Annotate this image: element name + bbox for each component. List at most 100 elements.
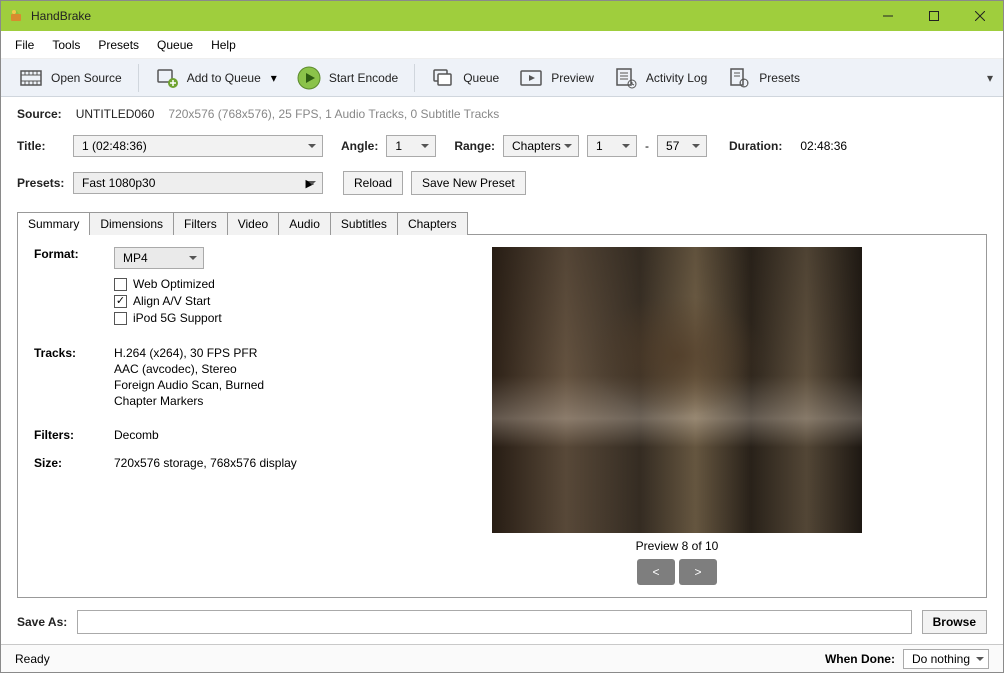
title-select[interactable]: 1 (02:48:36) [73, 135, 323, 157]
menu-queue[interactable]: Queue [149, 34, 201, 56]
status-text: Ready [15, 652, 50, 666]
titlebar: HandBrake [1, 1, 1003, 31]
start-encode-label: Start Encode [329, 71, 398, 85]
menu-presets[interactable]: Presets [90, 34, 147, 56]
play-icon [297, 66, 321, 90]
tracks-list: H.264 (x264), 30 FPS PFR AAC (avcodec), … [114, 344, 264, 410]
tab-chapters[interactable]: Chapters [397, 212, 468, 235]
open-source-button[interactable]: Open Source [9, 62, 132, 94]
format-label: Format: [34, 247, 114, 328]
presets-button[interactable]: Presets [717, 62, 810, 94]
presets-row: Presets: Fast 1080p30 ▶ Reload Save New … [17, 171, 987, 195]
preview-next-button[interactable]: > [679, 559, 717, 585]
queue-button[interactable]: Queue [421, 62, 509, 94]
preview-image [492, 247, 862, 533]
tab-video[interactable]: Video [227, 212, 279, 235]
title-row: Title: 1 (02:48:36) Angle: 1 Range: Chap… [17, 135, 987, 157]
format-select[interactable]: MP4 [114, 247, 204, 269]
preset-arrow-icon: ▶ [306, 177, 314, 190]
tracks-label: Tracks: [34, 346, 114, 410]
filters-value: Decomb [114, 428, 159, 442]
presets-label: Presets: [17, 176, 65, 190]
statusbar: Ready When Done: Do nothing [1, 644, 1003, 672]
align-av-checkbox[interactable] [114, 295, 127, 308]
range-to-select[interactable]: 57 [657, 135, 707, 157]
tabs: Summary Dimensions Filters Video Audio S… [17, 211, 987, 235]
toolbar: Open Source Add to Queue ▾ Start Encode … [1, 59, 1003, 97]
toolbar-separator [138, 64, 139, 92]
reload-button[interactable]: Reload [343, 171, 403, 195]
queue-icon [431, 66, 455, 90]
range-from-select[interactable]: 1 [587, 135, 637, 157]
activity-log-label: Activity Log [646, 71, 707, 85]
saveas-row: Save As: Browse [17, 606, 987, 638]
track-line: Chapter Markers [114, 394, 264, 408]
chevron-down-icon: ▾ [271, 71, 277, 85]
presets-label: Presets [759, 71, 800, 85]
ipod-label: iPod 5G Support [133, 311, 222, 325]
toolbar-overflow[interactable]: ▾ [979, 71, 995, 85]
preview-prev-button[interactable]: < [637, 559, 675, 585]
tab-dimensions[interactable]: Dimensions [89, 212, 174, 235]
browse-button[interactable]: Browse [922, 610, 987, 634]
preview-caption: Preview 8 of 10 [636, 539, 719, 553]
start-encode-button[interactable]: Start Encode [287, 62, 408, 94]
presets-icon [727, 66, 751, 90]
preview-label: Preview [551, 71, 594, 85]
ipod-checkbox[interactable] [114, 312, 127, 325]
range-label: Range: [454, 139, 495, 153]
tab-filters[interactable]: Filters [173, 212, 228, 235]
save-new-preset-button[interactable]: Save New Preset [411, 171, 526, 195]
size-label: Size: [34, 456, 114, 470]
track-line: Foreign Audio Scan, Burned [114, 378, 264, 392]
tab-subtitles[interactable]: Subtitles [330, 212, 398, 235]
activity-log-button[interactable]: Activity Log [604, 62, 717, 94]
film-icon [19, 66, 43, 90]
when-done-select[interactable]: Do nothing [903, 649, 989, 669]
duration-label: Duration: [729, 139, 782, 153]
preview-button[interactable]: Preview [509, 62, 604, 94]
source-name: UNTITLED060 [76, 107, 155, 121]
add-to-queue-button[interactable]: Add to Queue ▾ [145, 62, 287, 94]
summary-left: Format: MP4 Web Optimized Align A/V Star… [34, 247, 344, 585]
tab-audio[interactable]: Audio [278, 212, 331, 235]
menu-file[interactable]: File [7, 34, 42, 56]
tab-summary[interactable]: Summary [17, 212, 90, 235]
angle-select[interactable]: 1 [386, 135, 436, 157]
window-title: HandBrake [31, 9, 865, 23]
duration-value: 02:48:36 [800, 139, 847, 153]
open-source-label: Open Source [51, 71, 122, 85]
size-value: 720x576 storage, 768x576 display [114, 456, 297, 470]
minimize-button[interactable] [865, 1, 911, 31]
preview-nav: < > [637, 559, 717, 585]
angle-label: Angle: [341, 139, 378, 153]
maximize-button[interactable] [911, 1, 957, 31]
preset-select[interactable]: Fast 1080p30 ▶ [73, 172, 323, 194]
content: Source: UNTITLED060 720x576 (768x576), 2… [1, 97, 1003, 644]
source-label: Source: [17, 107, 62, 121]
filters-label: Filters: [34, 428, 114, 442]
menu-help[interactable]: Help [203, 34, 244, 56]
menubar: File Tools Presets Queue Help [1, 31, 1003, 59]
range-type-select[interactable]: Chapters [503, 135, 579, 157]
saveas-label: Save As: [17, 615, 67, 629]
track-line: AAC (avcodec), Stereo [114, 362, 264, 376]
web-optimized-checkbox[interactable] [114, 278, 127, 291]
preview-icon [519, 66, 543, 90]
toolbar-separator [414, 64, 415, 92]
queue-label: Queue [463, 71, 499, 85]
web-optimized-label: Web Optimized [133, 277, 215, 291]
range-dash: - [645, 139, 649, 153]
source-row: Source: UNTITLED060 720x576 (768x576), 2… [17, 107, 987, 121]
activity-log-icon [614, 66, 638, 90]
app-icon [9, 8, 25, 24]
menu-tools[interactable]: Tools [44, 34, 88, 56]
add-queue-icon [155, 66, 179, 90]
title-label: Title: [17, 139, 65, 153]
saveas-input[interactable] [77, 610, 911, 634]
source-meta: 720x576 (768x576), 25 FPS, 1 Audio Track… [168, 107, 499, 121]
when-done-label: When Done: [825, 652, 895, 666]
preview-column: Preview 8 of 10 < > [384, 247, 970, 585]
close-button[interactable] [957, 1, 1003, 31]
align-av-label: Align A/V Start [133, 294, 210, 308]
